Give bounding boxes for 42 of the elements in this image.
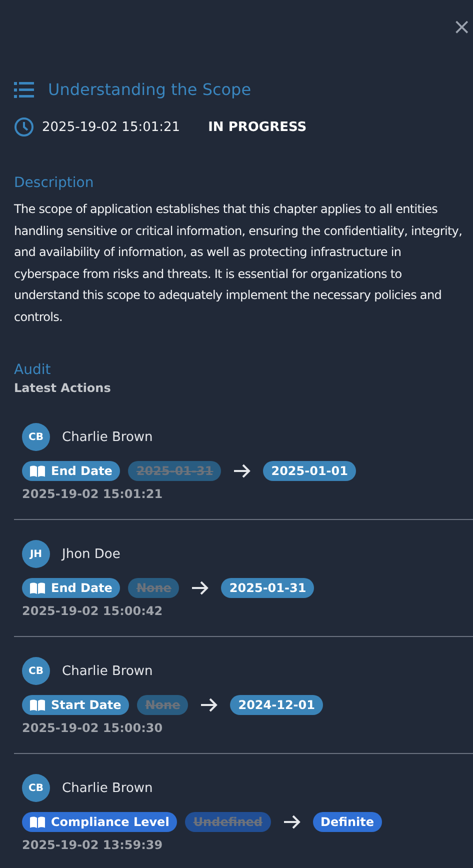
- new-value: 2025-01-01: [263, 461, 356, 481]
- old-value: Undefined: [185, 812, 270, 832]
- action-time: 2025-19-02 13:59:39: [22, 838, 164, 852]
- page-title: Understanding the Scope: [48, 80, 252, 99]
- timestamp: 2025-19-02 15:01:21: [42, 120, 180, 134]
- arrow-icon: [282, 815, 300, 829]
- user-name: Charlie Brown: [62, 780, 153, 796]
- user-avatar: CB: [22, 423, 50, 451]
- user-avatar: CB: [22, 774, 50, 802]
- book-icon: [30, 816, 45, 828]
- action-time: 2025-19-02 15:00:42: [22, 604, 164, 618]
- close-button[interactable]: ×: [452, 17, 471, 39]
- old-value: None: [137, 695, 188, 715]
- arrow-icon: [233, 464, 252, 478]
- section-heading: Audit: [14, 362, 52, 378]
- field-tag: Compliance Level: [22, 812, 178, 832]
- user-avatar: CB: [22, 657, 50, 685]
- new-value: 2024-12-01: [230, 695, 323, 715]
- section-heading: Description: [14, 175, 95, 191]
- old-value: 2025-01-31: [128, 461, 222, 481]
- description-text: The scope of application establishes that this chapter applies to all entities handling sensitive or critical information, ensuring the confidentiality, integrity, and availability of information, as well as protecting infrastructure in cyberspace from risks and threats. It is essential for organizations to understand this scope to adequately implement the necessary policies and controls.: [14, 201, 463, 326]
- arrow-icon: [191, 581, 210, 595]
- new-value: 2025-01-31: [221, 578, 314, 598]
- action-time: 2025-19-02 15:01:21: [22, 487, 164, 501]
- old-value: None: [128, 578, 180, 598]
- book-icon: [30, 465, 45, 477]
- list-icon: [14, 82, 34, 98]
- clock-icon: [14, 117, 34, 137]
- arrow-icon: [200, 698, 218, 712]
- user-name: Charlie Brown: [62, 430, 153, 444]
- action-time: 2025-19-02 15:00:30: [22, 721, 164, 735]
- subheading: Latest Actions: [14, 381, 112, 395]
- book-icon: [30, 699, 45, 711]
- user-avatar: JH: [22, 540, 50, 568]
- field-tag: End Date: [22, 578, 120, 598]
- user-name: Jhon Doe: [62, 546, 120, 562]
- book-icon: [30, 582, 45, 594]
- new-value: Definite: [312, 812, 382, 832]
- field-tag: Start Date: [22, 695, 130, 715]
- status-label: IN PROGRESS: [208, 120, 307, 134]
- field-tag: End Date: [22, 461, 120, 481]
- user-name: Charlie Brown: [62, 664, 153, 678]
